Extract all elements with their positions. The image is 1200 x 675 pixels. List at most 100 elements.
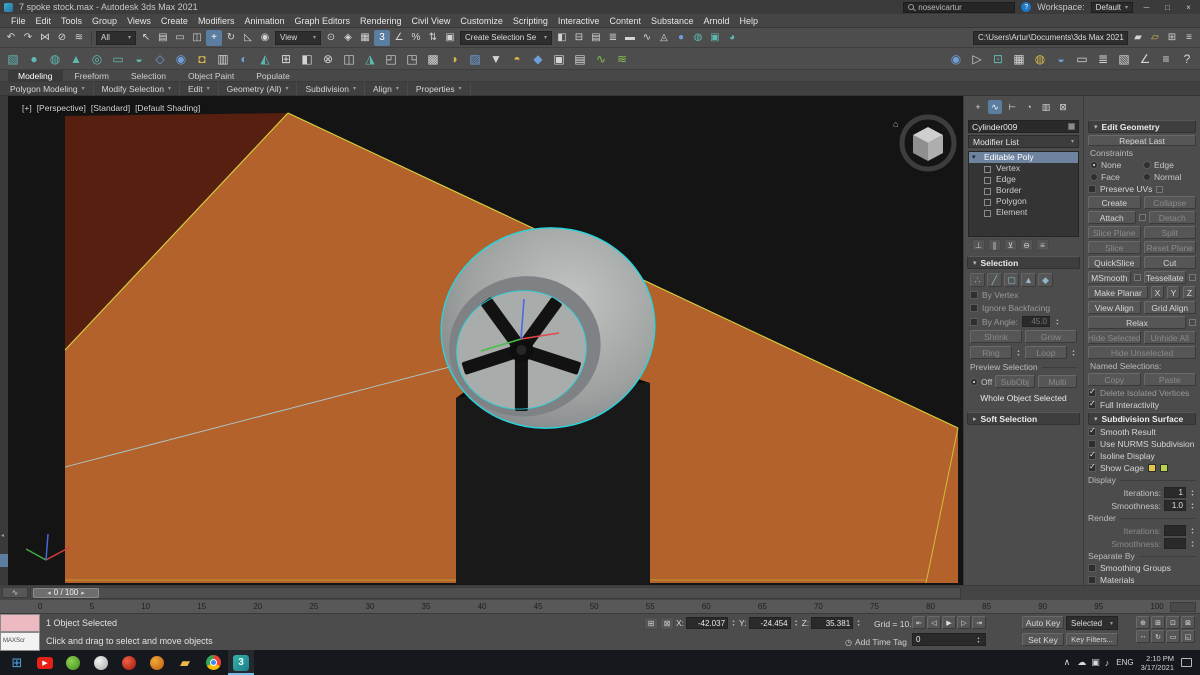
element-mode-icon[interactable]: ◆ xyxy=(1038,273,1053,287)
detach-button[interactable]: Detach xyxy=(1148,211,1196,224)
edit-geometry-rollout-header[interactable]: Edit Geometry xyxy=(1088,120,1196,133)
preview-off-radio[interactable]: Off xyxy=(970,377,992,387)
ribbon-tab[interactable]: Object Paint xyxy=(178,70,244,81)
ring-spinner[interactable] xyxy=(1015,349,1022,357)
border-mode-icon[interactable]: ▢ xyxy=(1004,273,1019,287)
unhide-all-button[interactable]: Unhide All xyxy=(1143,331,1196,344)
render-production-icon[interactable]: ◕ xyxy=(724,30,740,46)
help-icon[interactable]: ? xyxy=(1021,2,1032,12)
ribbon-panel-button[interactable]: Properties xyxy=(408,81,471,96)
modifier-list-dropdown[interactable]: Modifier List xyxy=(968,135,1079,148)
render-effects-icon[interactable]: ◍ xyxy=(1030,49,1050,69)
light-lister-icon[interactable]: ◓ xyxy=(507,49,527,69)
ribbon-toggle-icon[interactable]: ▬ xyxy=(622,30,638,46)
folder-icon[interactable]: ▰ xyxy=(172,650,198,675)
isoline-display-checkbox[interactable]: Isoline Display xyxy=(1088,450,1196,461)
track-bar[interactable]: 0 5 10 15 20 25 30 35 40 45 50 55 60 65 70 75 80 85 90 95 10… xyxy=(0,599,1200,613)
key-filter-set-dropdown[interactable]: Selected xyxy=(1066,616,1118,630)
modifier-stack[interactable]: Editable PolyVertexEdgeBorderPolygonElem… xyxy=(968,151,1079,237)
by-angle-row[interactable]: By Angle: 45.0 xyxy=(970,316,1077,327)
go-to-end-icon[interactable]: ⇥ xyxy=(972,616,986,629)
project-folder-icon[interactable]: ▱ xyxy=(1147,30,1163,46)
show-hidden-icons-icon[interactable]: ∧ xyxy=(1064,657,1071,668)
light-icon[interactable]: ◘ xyxy=(192,49,212,69)
maxscript-mini-listener[interactable]: MAXScr xyxy=(0,632,40,651)
next-frame-icon[interactable]: ▷ xyxy=(957,616,971,629)
soft-selection-rollout-header[interactable]: Soft Selection xyxy=(967,412,1080,425)
rectangular-selection-icon[interactable]: ▭ xyxy=(172,30,188,46)
home-grid-icon[interactable]: ⊞ xyxy=(1164,30,1180,46)
app-red-icon[interactable] xyxy=(116,650,142,675)
show-cage-checkbox[interactable]: Show Cage xyxy=(1088,462,1196,473)
scene-explorer-icon[interactable]: ▤ xyxy=(588,30,604,46)
subdivision-surface-rollout-header[interactable]: Subdivision Surface xyxy=(1088,412,1196,425)
track-bar-end-button[interactable] xyxy=(1170,601,1196,612)
current-frame-input[interactable]: 0 xyxy=(912,633,986,646)
select-and-manipulate-icon[interactable]: ◈ xyxy=(340,30,356,46)
layer-manager-icon[interactable]: ▨ xyxy=(465,49,485,69)
menu-item[interactable]: Scripting xyxy=(508,14,553,28)
select-and-place-icon[interactable]: ◉ xyxy=(257,30,273,46)
key-filters-button[interactable]: Key Filters... xyxy=(1066,633,1118,646)
absolute-mode-icon[interactable]: ⊞ xyxy=(644,617,658,630)
curve-editor-icon[interactable]: ∿ xyxy=(639,30,655,46)
systems-icon[interactable]: ◭ xyxy=(255,49,275,69)
reset-plane-button[interactable]: Reset Plane xyxy=(1143,241,1196,254)
modifier-stack-row[interactable]: Editable Poly xyxy=(969,152,1078,163)
constraint-radio[interactable]: Normal xyxy=(1143,172,1194,182)
render-iterations-input[interactable] xyxy=(1164,525,1186,536)
menu-item[interactable]: Customize xyxy=(455,14,508,28)
viewport-flyout-icon[interactable]: ◂ xyxy=(1,532,4,539)
modifier-stack-row[interactable]: Polygon xyxy=(969,196,1078,207)
mirror-icon[interactable]: ◧ xyxy=(554,30,570,46)
z-spinner[interactable] xyxy=(855,619,862,627)
polygon-mode-icon[interactable]: ▲ xyxy=(1021,273,1036,287)
display-smoothness-input[interactable]: 1.0 xyxy=(1164,500,1186,511)
go-to-start-icon[interactable]: ⇤ xyxy=(912,616,926,629)
menu-item[interactable]: Arnold xyxy=(699,14,735,28)
sphere-primitive-icon[interactable]: ● xyxy=(24,49,44,69)
quickslice-button[interactable]: QuickSlice xyxy=(1088,256,1141,269)
object-color-swatch[interactable] xyxy=(1068,123,1075,130)
ribbon-tab[interactable]: Populate xyxy=(246,70,300,81)
copy-button[interactable]: Copy xyxy=(1088,373,1141,386)
tessellate-button[interactable]: Tessellate xyxy=(1143,271,1186,284)
by-angle-input[interactable]: 45.0 xyxy=(1021,316,1050,327)
ribbon-panel-button[interactable]: Align xyxy=(365,81,408,96)
slice-button[interactable]: Slice xyxy=(1088,241,1141,254)
select-and-scale-icon[interactable]: ◺ xyxy=(240,30,256,46)
camera-icon[interactable]: ◉ xyxy=(171,49,191,69)
grab-viewport-icon[interactable]: ▤ xyxy=(570,49,590,69)
language-indicator[interactable]: ENG xyxy=(1116,658,1133,667)
mirror-tool-icon[interactable]: ◧ xyxy=(297,49,317,69)
place-highlight-icon[interactable]: ◳ xyxy=(402,49,422,69)
close-icon[interactable]: × xyxy=(1181,1,1196,13)
maximize-viewport-icon[interactable]: ◱ xyxy=(1181,630,1195,643)
browser-green-icon[interactable] xyxy=(60,650,86,675)
zoom-all-icon[interactable]: ⊞ xyxy=(1151,616,1165,629)
app-orange-icon[interactable] xyxy=(144,650,170,675)
normal-align-icon[interactable]: ◮ xyxy=(360,49,380,69)
modifier-stack-row[interactable]: Edge xyxy=(969,174,1078,185)
selection-rollout-header[interactable]: Selection xyxy=(967,256,1080,269)
x-spinner[interactable] xyxy=(730,619,737,627)
reference-coordinate-dropdown[interactable]: View xyxy=(275,30,321,45)
taskbar-clock[interactable]: 2:10 PM 3/17/2021 xyxy=(1141,654,1174,672)
make-planar-button[interactable]: Make Planar xyxy=(1088,286,1148,299)
search-input[interactable]: nosevicartur xyxy=(903,1,1016,13)
ribbon-panel-button[interactable]: Edit xyxy=(180,81,219,96)
preview-subobj-button[interactable]: SubObj xyxy=(995,375,1035,388)
security-icon[interactable]: ▣ xyxy=(1091,657,1100,668)
auto-key-button[interactable]: Auto Key xyxy=(1022,616,1064,629)
viewport-menu-pov[interactable]: [Perspective] xyxy=(37,103,86,113)
materials-checkbox[interactable]: Materials xyxy=(1088,575,1196,585)
display-iterations-spinner[interactable] xyxy=(1189,489,1196,497)
display-smoothness-spinner[interactable] xyxy=(1189,502,1196,510)
snaps-toggle-icon[interactable]: 3 xyxy=(374,29,390,46)
selection-filter-dropdown[interactable]: All xyxy=(96,30,136,45)
repeat-last-button[interactable]: Repeat Last xyxy=(1088,135,1196,146)
tessellate-settings-icon[interactable] xyxy=(1189,274,1196,281)
menu-item[interactable]: Civil View xyxy=(407,14,456,28)
viewport-menu-renderer[interactable]: [Standard] xyxy=(91,103,130,113)
simulate-icon[interactable]: ▷ xyxy=(967,49,987,69)
